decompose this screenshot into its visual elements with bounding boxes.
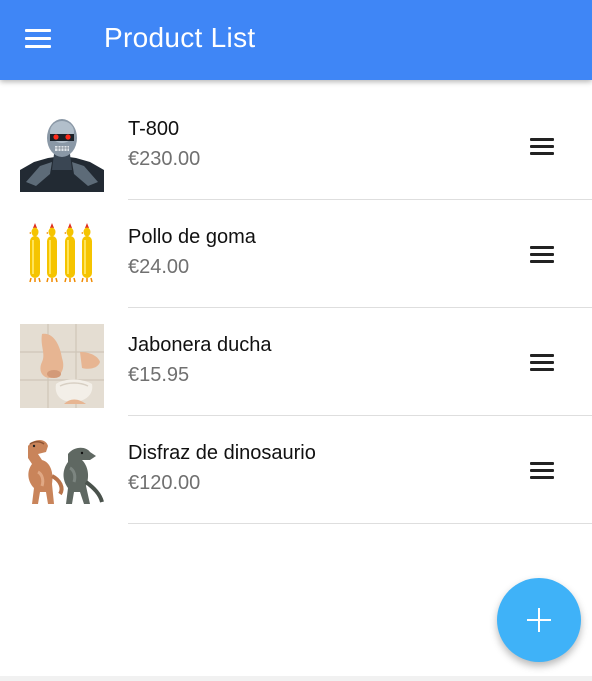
product-name: Pollo de goma bbox=[128, 226, 256, 248]
reorder-line bbox=[530, 246, 554, 249]
product-name: Jabonera ducha bbox=[128, 334, 272, 356]
product-name: Disfraz de dinosaurio bbox=[128, 442, 316, 464]
plus-icon bbox=[538, 608, 540, 632]
dinosaur-costume-image bbox=[20, 432, 104, 516]
menu-bar bbox=[25, 37, 51, 40]
list-item[interactable]: Disfraz de dinosaurio €120.00 bbox=[0, 416, 592, 524]
reorder-line bbox=[530, 145, 554, 148]
rubber-chicken-image bbox=[20, 216, 104, 300]
reorder-line bbox=[530, 354, 554, 357]
product-price: €120.00 bbox=[128, 472, 201, 494]
reorder-line bbox=[530, 152, 554, 155]
list-item[interactable]: Pollo de goma €24.00 bbox=[0, 200, 592, 308]
bottom-edge bbox=[0, 676, 592, 681]
list-item[interactable]: T-800 €230.00 bbox=[0, 92, 592, 200]
menu-bar bbox=[25, 45, 51, 48]
hamburger-menu-icon[interactable] bbox=[18, 22, 58, 56]
product-price: €15.95 bbox=[128, 364, 190, 386]
reorder-line bbox=[530, 361, 554, 364]
menu-bar bbox=[25, 29, 51, 32]
terminator-robot-image bbox=[20, 108, 104, 192]
reorder-line bbox=[530, 476, 554, 479]
list-item[interactable]: Jabonera ducha €15.95 bbox=[0, 308, 592, 416]
reorder-icon[interactable] bbox=[526, 350, 558, 374]
reorder-line bbox=[530, 462, 554, 465]
product-price: €24.00 bbox=[128, 256, 190, 278]
divider bbox=[128, 523, 592, 524]
reorder-line bbox=[530, 469, 554, 472]
reorder-line bbox=[530, 138, 554, 141]
product-name: T-800 bbox=[128, 118, 180, 140]
reorder-icon[interactable] bbox=[526, 242, 558, 266]
toolbar: Product List bbox=[0, 0, 592, 80]
reorder-line bbox=[530, 260, 554, 263]
nose-soap-dish-image bbox=[20, 324, 104, 408]
page-title: Product List bbox=[104, 22, 256, 53]
app: Product List T-800 €230.00 Pollo de goma… bbox=[0, 0, 592, 681]
reorder-icon[interactable] bbox=[526, 458, 558, 482]
product-price: €230.00 bbox=[128, 148, 201, 170]
product-list: T-800 €230.00 Pollo de goma €24.00 Jabon… bbox=[0, 92, 592, 524]
reorder-icon[interactable] bbox=[526, 134, 558, 158]
reorder-line bbox=[530, 253, 554, 256]
add-product-button[interactable] bbox=[497, 578, 581, 662]
reorder-line bbox=[530, 368, 554, 371]
